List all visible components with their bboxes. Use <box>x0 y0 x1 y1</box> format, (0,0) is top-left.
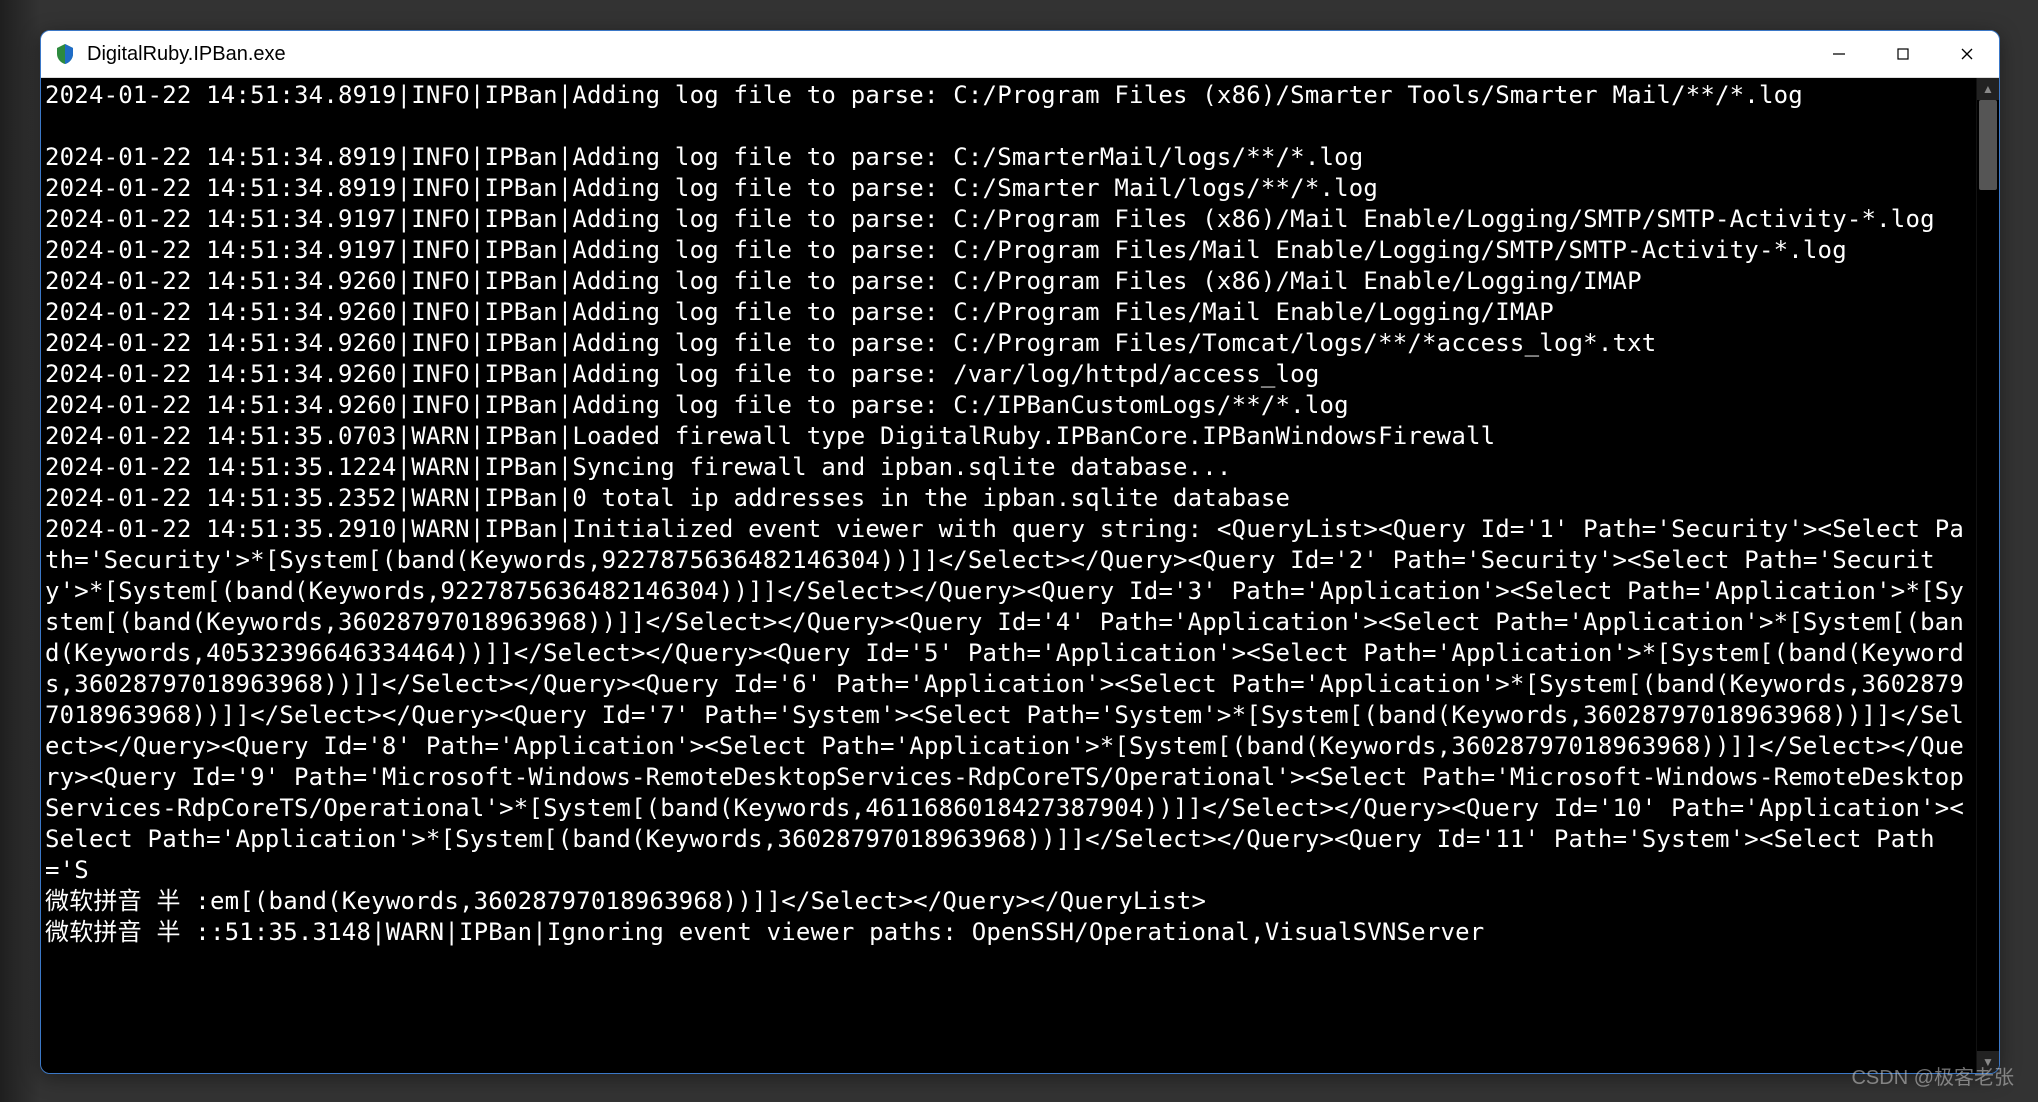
console-area: 2024-01-22 14:51:34.8919|INFO|IPBan|Addi… <box>41 78 1999 1073</box>
window-controls <box>1807 31 1999 77</box>
minimize-button[interactable] <box>1807 31 1871 77</box>
scroll-thumb[interactable] <box>1979 100 1997 190</box>
title-bar: DigitalRuby.IPBan.exe <box>41 31 1999 78</box>
app-icon <box>53 42 77 66</box>
app-window: DigitalRuby.IPBan.exe 2024-01-22 14:51:3… <box>40 30 2000 1074</box>
vertical-scrollbar[interactable]: ▲ ▼ <box>1976 78 1999 1073</box>
scroll-up-arrow[interactable]: ▲ <box>1977 78 1999 100</box>
window-title: DigitalRuby.IPBan.exe <box>87 43 1807 66</box>
scroll-track[interactable] <box>1977 100 1999 1051</box>
watermark-text: CSDN @极客老张 <box>1851 1061 2014 1090</box>
left-edge-shadow <box>0 0 40 1102</box>
maximize-button[interactable] <box>1871 31 1935 77</box>
close-button[interactable] <box>1935 31 1999 77</box>
console-output[interactable]: 2024-01-22 14:51:34.8919|INFO|IPBan|Addi… <box>41 78 1976 1073</box>
